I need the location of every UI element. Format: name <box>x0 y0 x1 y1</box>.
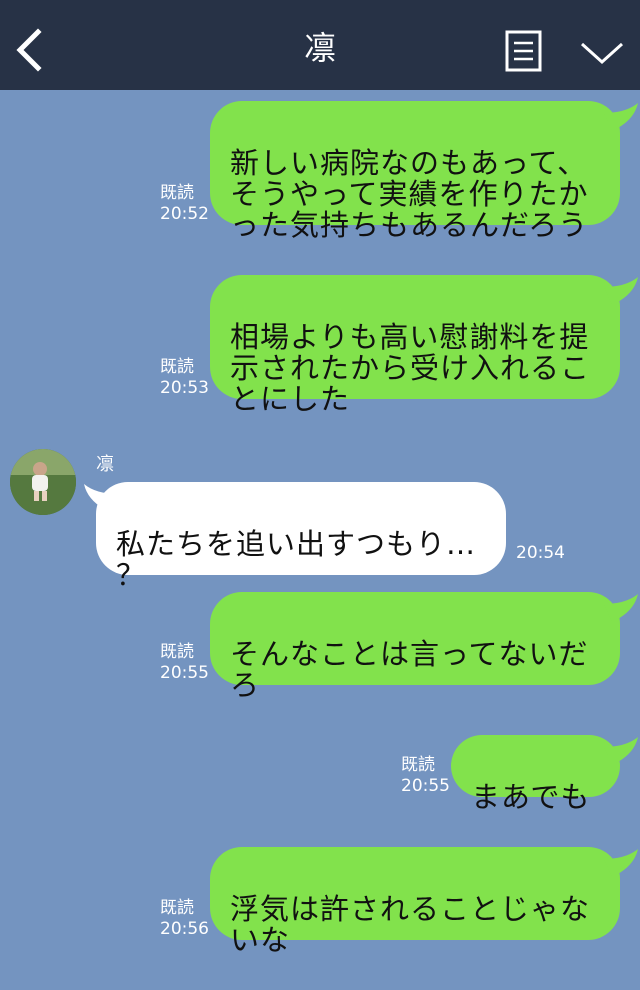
message-meta: 既読 20:52 <box>160 183 209 225</box>
sent-message-bubble[interactable]: まあでも <box>451 735 620 813</box>
chat-header: 凛 <box>0 0 640 90</box>
menu-toggle-button[interactable] <box>578 38 626 70</box>
message-time: 20:53 <box>160 378 209 398</box>
message-text: 浮気は許されることじゃな いな <box>230 892 591 957</box>
memo-button[interactable] <box>505 30 543 74</box>
message-meta: 20:54 <box>516 543 565 564</box>
memo-icon <box>505 30 542 72</box>
read-receipt: 既読 <box>160 183 194 203</box>
message-meta: 既読 20:56 <box>160 898 209 940</box>
bubble-tail <box>604 103 638 131</box>
message-time: 20:54 <box>516 543 565 563</box>
message-text: そんなことは言ってないだ ろ <box>230 637 589 702</box>
contact-avatar[interactable] <box>10 449 76 515</box>
sent-message-bubble[interactable]: そんなことは言ってないだ ろ <box>210 592 620 701</box>
read-receipt: 既読 <box>160 642 194 662</box>
message-meta: 既読 20:53 <box>160 357 209 399</box>
sent-message-bubble[interactable]: 新しい病院なのもあって、 そうやって実績を作りたか った気持ちもあるんだろう <box>210 101 620 241</box>
avatar-photo <box>10 449 76 515</box>
sent-message-bubble[interactable]: 浮気は許されることじゃな いな <box>210 847 620 956</box>
read-receipt: 既読 <box>160 898 194 918</box>
read-receipt: 既読 <box>401 755 435 775</box>
read-receipt: 既読 <box>160 357 194 377</box>
message-time: 20:55 <box>401 776 450 796</box>
sent-message-bubble[interactable]: 相場よりも高い慰謝料を提 示されたから受け入れるこ とにした <box>210 275 620 415</box>
chat-title: 凛 <box>303 29 336 67</box>
message-text: 相場よりも高い慰謝料を提 示されたから受け入れるこ とにした <box>230 320 591 416</box>
bubble-tail <box>604 277 638 305</box>
message-time: 20:52 <box>160 204 209 224</box>
bubble-tail <box>604 849 638 877</box>
message-meta: 既読 20:55 <box>160 642 209 684</box>
message-text: 新しい病院なのもあって、 そうやって実績を作りたか った気持ちもあるんだろう <box>230 146 589 242</box>
message-text: 私たちを追い出すつもり… ？ <box>116 527 477 592</box>
message-time: 20:55 <box>160 663 209 683</box>
chevron-down-icon <box>580 42 624 65</box>
bubble-tail <box>604 594 638 622</box>
message-meta: 既読 20:55 <box>401 755 450 797</box>
message-text: まあでも <box>471 780 591 814</box>
received-message-bubble[interactable]: 私たちを追い出すつもり… ？ <box>96 482 506 591</box>
bubble-tail <box>604 737 638 765</box>
sender-name: 凛 <box>96 454 114 475</box>
message-time: 20:56 <box>160 919 209 939</box>
